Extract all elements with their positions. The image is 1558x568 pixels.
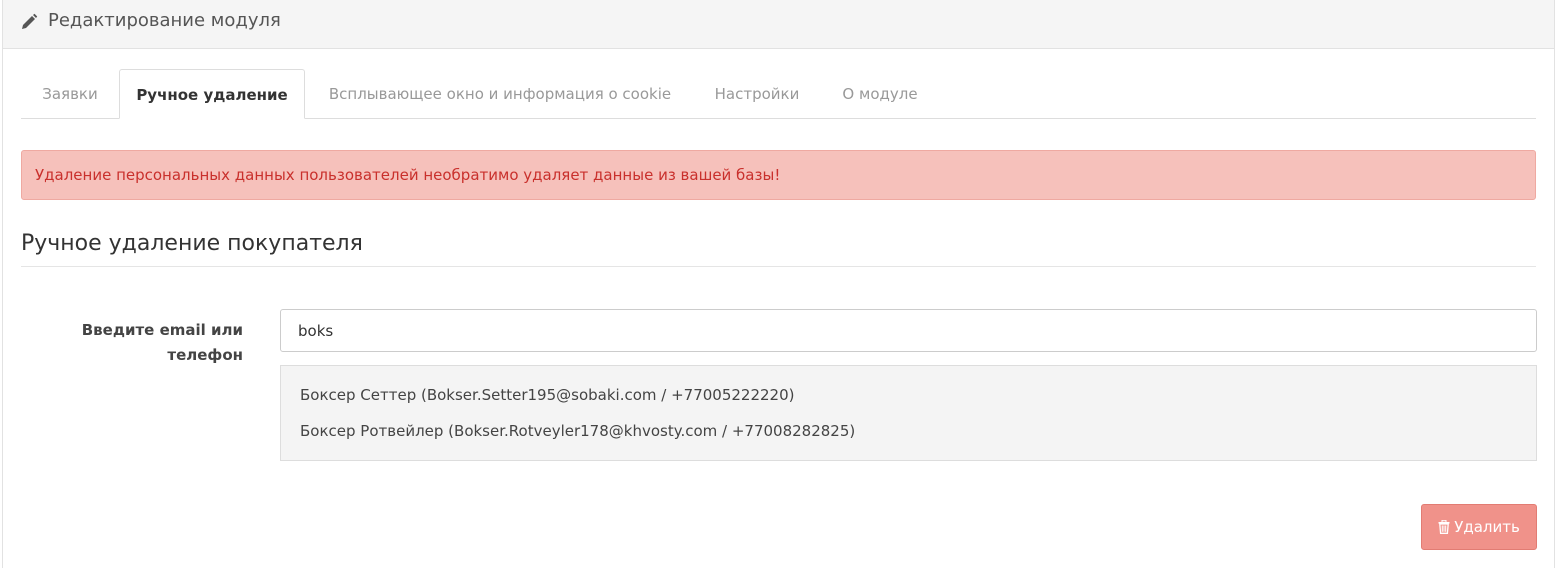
email-phone-input[interactable] bbox=[280, 309, 1537, 352]
tab-manual-deletion[interactable]: Ручное удаление bbox=[119, 69, 305, 119]
panel-heading: Редактирование модуля bbox=[3, 0, 1554, 49]
delete-button-label: Удалить bbox=[1454, 518, 1520, 536]
result-item[interactable]: Боксер Сеттер (Bokser.Setter195@sobaki.c… bbox=[300, 384, 795, 406]
panel-title: Редактирование модуля bbox=[48, 10, 281, 31]
label-line-1: Введите email или bbox=[81, 321, 243, 339]
tab-settings[interactable]: Настройки bbox=[693, 69, 821, 119]
trash-icon bbox=[1438, 520, 1450, 534]
pencil-icon bbox=[20, 13, 38, 31]
tab-about-module[interactable]: О модуле bbox=[821, 69, 939, 119]
section-divider bbox=[21, 266, 1536, 267]
tab-requests[interactable]: Заявки bbox=[21, 69, 119, 119]
autocomplete-results: Боксер Сеттер (Bokser.Setter195@sobaki.c… bbox=[280, 365, 1537, 461]
delete-button[interactable]: Удалить bbox=[1421, 504, 1537, 550]
tab-bar: Заявки Ручное удаление Всплывающее окно … bbox=[21, 69, 1536, 119]
result-item[interactable]: Боксер Ротвейлер (Bokser.Rotveyler178@kh… bbox=[300, 420, 855, 442]
tab-popup-cookie-info[interactable]: Всплывающее окно и информация о cookie bbox=[307, 69, 693, 119]
email-phone-label: Введите email или телефон bbox=[63, 318, 243, 368]
section-title: Ручное удаление покупателя bbox=[21, 231, 363, 256]
warning-alert: Удаление персональных данных пользовател… bbox=[21, 150, 1536, 200]
module-edit-panel: Редактирование модуля Заявки Ручное удал… bbox=[2, 0, 1555, 568]
label-line-2: телефон bbox=[167, 346, 243, 364]
